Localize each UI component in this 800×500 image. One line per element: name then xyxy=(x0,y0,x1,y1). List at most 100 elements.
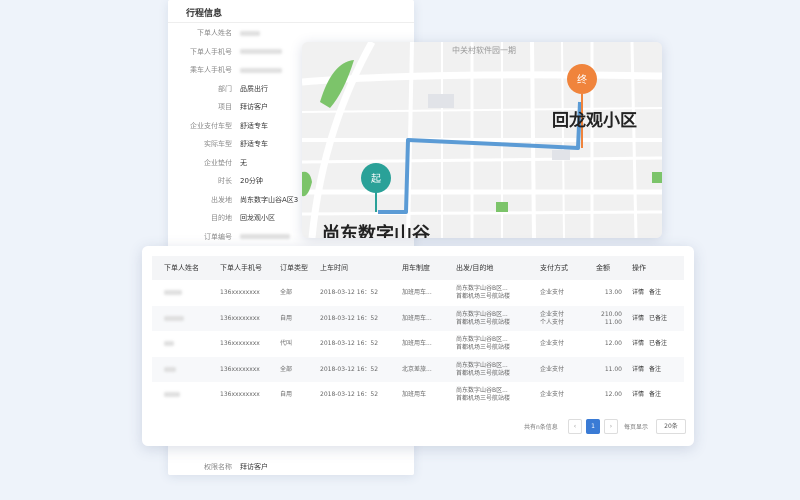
cell-payment: 企业支付 个人支付 xyxy=(540,311,564,327)
detail-label: 企业支付车型 xyxy=(190,121,232,130)
col-header-route: 出发/目的地 xyxy=(456,264,494,272)
cell-phone: 136xxxxxxxx xyxy=(220,365,260,373)
detail-label: 实际车型 xyxy=(204,140,232,148)
table-row[interactable]: 136xxxxxxxx 全部 2018-03-12 16：52 加班用车... 尚东数字… xyxy=(152,280,684,305)
detail-link[interactable]: 详情 xyxy=(632,366,644,373)
cell-amount: 210.00 11.00 xyxy=(596,311,622,327)
cell-name xyxy=(164,280,182,305)
col-header-time: 上车时间 xyxy=(320,264,348,272)
amount-value: 12.00 xyxy=(604,340,622,347)
origin-name: 尚东数字山谷 xyxy=(322,224,430,238)
detail-row: 下单人姓名 xyxy=(168,24,414,42)
payment-method: 企业支付 xyxy=(540,365,565,373)
cell-time: 2018-03-12 16：52 xyxy=(320,340,379,347)
table-row[interactable]: 136xxxxxxxx 代叫 2018-03-12 16：52 加班用车... 尚东数字… xyxy=(152,331,684,356)
cell-policy: 加班用车... xyxy=(402,340,432,347)
amount-value: 210.00 xyxy=(601,310,622,318)
redacted-value xyxy=(164,392,180,397)
redacted-value xyxy=(164,315,184,321)
note-link[interactable]: 备注 xyxy=(649,366,661,373)
cell-policy: 加班用车... xyxy=(402,289,432,296)
detail-value: 品质出行 xyxy=(240,84,268,93)
amount-value: 12.00 xyxy=(604,391,622,398)
redacted-value xyxy=(164,341,174,346)
route-line-text: 首都机场三号航站楼 xyxy=(456,369,511,377)
note-link[interactable]: 备注 xyxy=(649,289,661,296)
redacted-value xyxy=(240,49,282,54)
detail-value: 20分钟 xyxy=(240,177,263,185)
detail-label: 乘车人手机号 xyxy=(190,66,232,74)
table-row[interactable]: 136xxxxxxxx 自用 2018-03-12 16：52 加班用车... 尚东数字… xyxy=(152,305,684,331)
map-place-label: 中关村软件园一期 xyxy=(452,46,516,55)
total-count: 共有n条信息 xyxy=(524,424,558,431)
detail-label: 企业垫付 xyxy=(204,158,232,167)
payment-method: 企业支付 xyxy=(540,289,565,296)
start-marker-label: 起 xyxy=(371,173,381,185)
detail-label: 出发地 xyxy=(211,195,232,204)
park-area xyxy=(496,202,508,212)
detail-link[interactable]: 详情 xyxy=(632,391,644,398)
cell-policy: 加班用车... xyxy=(402,314,432,322)
cell-amount: 12.00 xyxy=(596,382,622,407)
route-line-text: 尚东数字山谷B区... xyxy=(456,387,508,394)
redacted-value xyxy=(164,366,176,372)
payment-method: 个人支付 xyxy=(540,318,565,326)
table-row[interactable]: 136xxxxxxxx 自用 2018-03-12 16：52 加班用车 尚东数字山谷B… xyxy=(152,382,684,407)
amount-value: 11.00 xyxy=(604,318,622,326)
detail-link[interactable]: 详情 xyxy=(632,315,644,322)
detail-label: 项目 xyxy=(218,103,232,111)
cell-actions: 详情 备注 xyxy=(632,382,666,407)
cell-time: 2018-03-12 16：52 xyxy=(320,365,379,373)
route-line-text: 首都机场三号航站楼 xyxy=(456,318,511,326)
cell-route: 尚东数字山谷B区... 首都机场三号航站楼 xyxy=(456,336,510,352)
route-line-text: 首都机场三号航站楼 xyxy=(456,395,511,402)
cell-payment: 企业支付 xyxy=(540,382,564,407)
col-header-name: 下单人姓名 xyxy=(164,264,199,272)
cell-name xyxy=(164,306,184,331)
per-page-label: 每页显示 xyxy=(624,424,649,431)
detail-link[interactable]: 详情 xyxy=(632,289,644,296)
detail-value: 回龙观小区 xyxy=(240,214,275,222)
detail-link[interactable]: 详情 xyxy=(632,340,644,347)
orders-table-card: 下单人姓名 下单人手机号 订单类型 上车时间 用车制度 出发/目的地 支付方式 … xyxy=(142,246,694,446)
cell-actions: 详情 备注 xyxy=(632,357,666,382)
trip-detail-title: 行程信息 xyxy=(186,9,223,19)
detail-value: 尚东数字山谷A区3 xyxy=(240,195,299,204)
detail-label: 时长 xyxy=(218,177,232,185)
col-header-phone: 下单人手机号 xyxy=(220,264,262,272)
cell-route: 尚东数字山谷B区... 首都机场三号航站楼 xyxy=(456,311,510,327)
cell-amount: 11.00 xyxy=(596,357,622,382)
col-header-type: 订单类型 xyxy=(280,264,308,272)
cell-payment: 企业支付 xyxy=(540,331,564,356)
detail-row-permission: 权限名称 拜访客户 xyxy=(168,458,414,476)
note-link[interactable]: 已备注 xyxy=(649,340,667,347)
detail-value xyxy=(240,228,290,246)
detail-value: 舒适专车 xyxy=(240,121,268,130)
page-1-button[interactable]: 1 xyxy=(586,419,600,434)
payment-method: 企业支付 xyxy=(540,391,565,398)
detail-label: 下单人手机号 xyxy=(190,47,232,56)
table-header: 下单人姓名 下单人手机号 订单类型 上车时间 用车制度 出发/目的地 支付方式 … xyxy=(152,256,684,280)
detail-value xyxy=(240,61,282,79)
route-line-text: 尚东数字山谷B区... xyxy=(456,310,508,318)
col-header-amount: 金额 xyxy=(596,264,610,272)
cell-amount: 12.00 xyxy=(596,331,622,356)
cell-time: 2018-03-12 16：52 xyxy=(320,314,379,322)
note-link[interactable]: 已备注 xyxy=(649,315,667,322)
amount-value: 11.00 xyxy=(604,365,622,373)
table-row[interactable]: 136xxxxxxxx 全部 2018-03-12 16：52 北京差旅... 尚东数字… xyxy=(152,356,684,382)
route-map[interactable]: 起 终 中关村软件园一期 回龙观小区 尚东数字山谷 xyxy=(302,42,662,238)
cell-type: 自用 xyxy=(280,391,293,398)
route-line-text: 尚东数字山谷B区... xyxy=(456,285,508,292)
note-link[interactable]: 备注 xyxy=(649,391,661,398)
next-page-button[interactable]: › xyxy=(604,419,618,434)
per-page-select[interactable]: 20条 xyxy=(656,419,686,434)
detail-label: 权限名称 xyxy=(204,463,232,471)
cell-payment: 企业支付 xyxy=(540,357,564,382)
prev-page-button[interactable]: ‹ xyxy=(568,419,582,434)
divider xyxy=(168,22,414,23)
payment-method: 企业支付 xyxy=(540,340,565,347)
cell-phone: 136xxxxxxxx xyxy=(220,340,260,347)
cell-type: 全部 xyxy=(280,289,293,296)
detail-label: 部门 xyxy=(218,84,232,93)
